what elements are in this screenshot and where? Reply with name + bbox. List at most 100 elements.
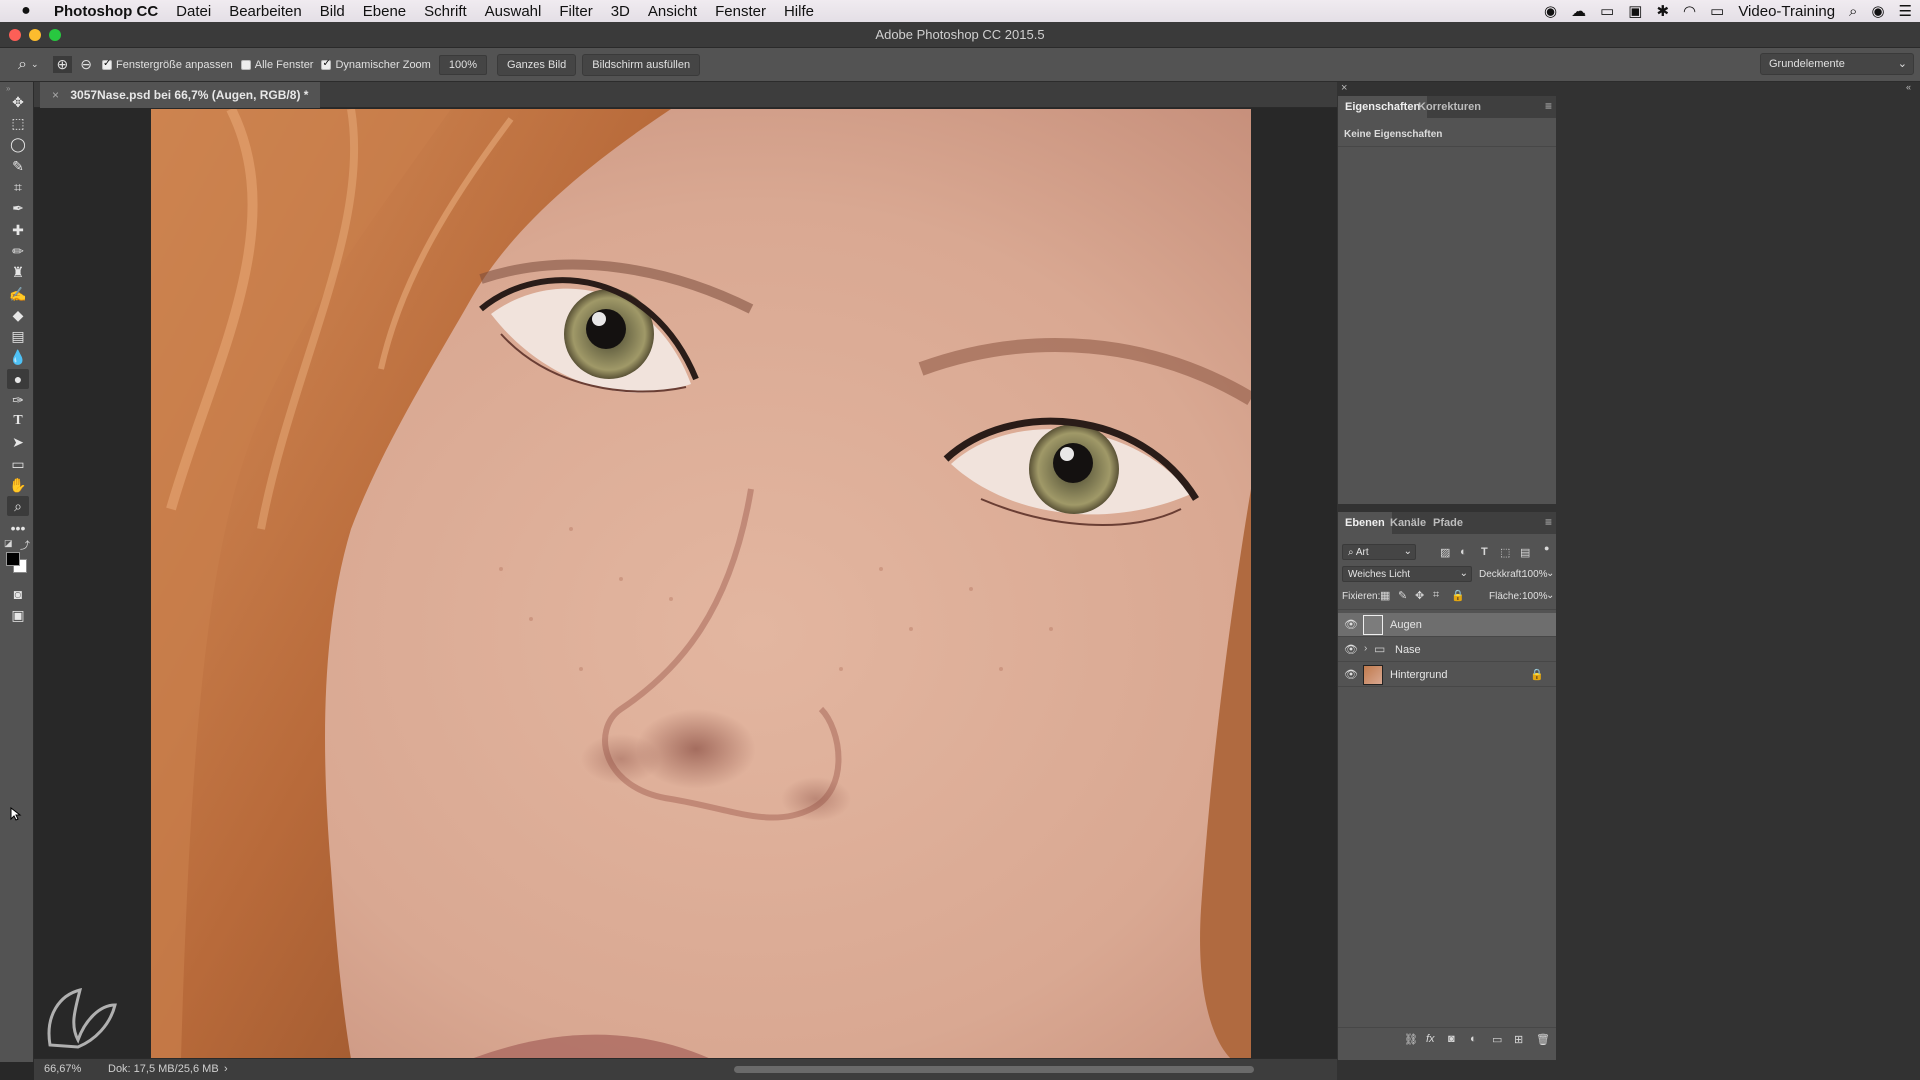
tab-korrekturen[interactable]: Korrekturen — [1411, 96, 1488, 118]
bluetooth-icon[interactable]: ✱ — [1656, 2, 1669, 20]
quick-selection-tool-icon[interactable]: ✎ — [7, 156, 29, 176]
close-panels-icon[interactable]: × — [1341, 82, 1347, 94]
layer-filter-select[interactable]: ⌕ Art ⌄ — [1342, 544, 1416, 560]
fit-window-option[interactable]: Fenstergröße anpassen — [101, 58, 233, 71]
filter-shape-icon[interactable]: ⬚ — [1500, 546, 1510, 559]
filter-smart-object-icon[interactable]: ▤ — [1520, 546, 1530, 559]
dynamic-zoom-checkbox[interactable] — [321, 58, 332, 70]
opacity-value[interactable]: 100% — [1522, 569, 1548, 587]
fill-value[interactable]: 100% — [1522, 591, 1548, 609]
all-windows-checkbox[interactable] — [240, 59, 251, 70]
zoom-in-icon[interactable]: ⊕ — [52, 56, 73, 73]
chevron-down-icon[interactable]: ⌄ — [1546, 568, 1554, 586]
visibility-eye-icon[interactable]: 👁 — [1344, 668, 1358, 681]
type-tool-icon[interactable]: T — [7, 411, 29, 431]
chevron-down-icon[interactable]: ⌄ — [31, 59, 39, 70]
zoom-tool-preset-icon[interactable]: ⌕ — [18, 56, 27, 74]
new-group-icon[interactable]: ▭ — [1492, 1033, 1502, 1046]
menu-hilfe[interactable]: Hilfe — [775, 3, 823, 20]
marquee-tool-icon[interactable]: ⬚ — [7, 113, 29, 133]
new-adjustment-layer-icon[interactable]: ◐ — [1470, 1033, 1477, 1045]
workspace-select[interactable]: Grundelemente ⌄ — [1760, 53, 1914, 75]
tab-pfade[interactable]: Pfade — [1426, 512, 1470, 534]
menu-app-name[interactable]: Photoshop CC — [52, 3, 167, 20]
blur-tool-icon[interactable]: 💧 — [7, 347, 29, 367]
collapse-panels-icon[interactable]: « — [1906, 82, 1911, 92]
lock-all-icon[interactable]: 🔒 — [1451, 589, 1465, 602]
eraser-tool-icon[interactable]: ◆ — [7, 305, 29, 325]
dynamic-zoom-option[interactable]: Dynamischer Zoom — [321, 58, 431, 71]
link-layers-icon[interactable]: ⛓ — [1404, 1033, 1418, 1046]
fit-window-checkbox[interactable] — [101, 58, 112, 70]
lock-transparent-icon[interactable]: ▦ — [1380, 589, 1390, 602]
all-windows-option[interactable]: Alle Fenster — [240, 59, 313, 71]
menu-bearbeiten[interactable]: Bearbeiten — [220, 3, 311, 20]
filter-toggle-icon[interactable]: ● — [1544, 543, 1549, 553]
apple-menu-icon[interactable]: ● — [0, 2, 52, 20]
foreground-color-swatch[interactable] — [6, 552, 20, 566]
lock-position-icon[interactable]: ✥ — [1415, 589, 1424, 602]
move-tool-icon[interactable]: ✥ — [7, 92, 29, 112]
layer-row-hintergrund[interactable]: 👁 Hintergrund 🔒 — [1338, 663, 1556, 687]
eyedropper-tool-icon[interactable]: ✒ — [7, 198, 29, 218]
notification-center-icon[interactable]: ☰ — [1899, 2, 1912, 20]
filter-adjustment-icon[interactable]: ◐ — [1460, 546, 1467, 558]
document-canvas[interactable] — [151, 109, 1251, 1059]
document-tab[interactable]: × 3057Nase.psd bei 66,7% (Augen, RGB/8) … — [40, 82, 321, 108]
blend-mode-select[interactable]: Weiches Licht ⌄ — [1342, 566, 1472, 582]
close-document-icon[interactable]: × — [52, 88, 59, 102]
layer-row-nase[interactable]: 👁 › ▭ Nase — [1338, 638, 1556, 662]
rectangle-tool-icon[interactable]: ▭ — [7, 454, 29, 474]
crop-tool-icon[interactable]: ⌗ — [7, 177, 29, 197]
fit-screen-button[interactable]: Ganzes Bild — [496, 53, 577, 76]
menu-3d[interactable]: 3D — [602, 3, 639, 20]
delete-layer-icon[interactable]: 🗑 — [1536, 1033, 1550, 1046]
zoom-100-button[interactable]: 100% — [438, 54, 487, 75]
healing-brush-tool-icon[interactable]: ✚ — [7, 220, 29, 240]
menu-auswahl[interactable]: Auswahl — [476, 3, 551, 20]
zoom-level[interactable]: 66,67% — [44, 1063, 81, 1075]
menu-ebene[interactable]: Ebene — [354, 3, 415, 20]
airplay-icon[interactable]: ▭ — [1710, 2, 1724, 20]
zoom-out-icon[interactable]: ⊖ — [80, 56, 92, 73]
wifi-icon[interactable]: ◠ — [1683, 2, 1696, 20]
siri-icon[interactable]: ◉ — [1871, 2, 1884, 20]
visibility-eye-icon[interactable]: 👁 — [1344, 643, 1358, 656]
lock-artboard-icon[interactable]: ⌗ — [1433, 589, 1439, 602]
creative-cloud-icon[interactable]: ☁ — [1571, 2, 1586, 20]
filter-type-icon[interactable]: T — [1481, 546, 1488, 558]
screen-mode-icon[interactable]: ▣ — [7, 605, 29, 625]
path-selection-tool-icon[interactable]: ➤ — [7, 432, 29, 452]
gradient-tool-icon[interactable]: ▤ — [7, 326, 29, 346]
history-brush-tool-icon[interactable]: ✍ — [7, 284, 29, 304]
app-status-icon[interactable]: ▣ — [1628, 2, 1642, 20]
swap-colors-icon[interactable]: ⤴ — [20, 537, 30, 552]
new-layer-icon[interactable]: ⊞ — [1514, 1033, 1523, 1046]
menu-schrift[interactable]: Schrift — [415, 3, 476, 20]
quick-mask-icon[interactable]: ◙ — [7, 584, 29, 604]
dodge-tool-icon[interactable]: ● — [7, 369, 29, 389]
status-menu-icon[interactable]: › — [224, 1063, 228, 1075]
layer-style-fx-icon[interactable]: fx — [1426, 1033, 1435, 1045]
chevron-down-icon[interactable]: ⌄ — [1546, 590, 1554, 608]
lasso-tool-icon[interactable]: ◯ — [7, 134, 29, 154]
brush-tool-icon[interactable]: ✏ — [7, 241, 29, 261]
more-tools-icon[interactable]: ••• — [7, 518, 29, 538]
fill-screen-button[interactable]: Bildschirm ausfüllen — [582, 53, 701, 76]
record-icon[interactable]: ◉ — [1544, 2, 1557, 20]
menu-bild[interactable]: Bild — [311, 3, 354, 20]
visibility-eye-icon[interactable]: 👁 — [1344, 618, 1358, 631]
default-colors-icon[interactable]: ◪ — [4, 538, 13, 549]
spotlight-search-icon[interactable]: ⌕ — [1849, 3, 1857, 20]
lock-pixels-icon[interactable]: ✎ — [1398, 589, 1407, 602]
filter-pixel-icon[interactable]: ▨ — [1440, 546, 1450, 559]
display-icon[interactable]: ▭ — [1600, 2, 1614, 20]
zoom-tool-icon[interactable]: ⌕ — [7, 496, 29, 516]
expand-group-icon[interactable]: › — [1364, 643, 1367, 654]
pen-tool-icon[interactable]: ✑ — [7, 390, 29, 410]
layer-row-augen[interactable]: 👁 Augen — [1338, 613, 1556, 637]
menu-fenster[interactable]: Fenster — [706, 3, 775, 20]
menu-filter[interactable]: Filter — [550, 3, 601, 20]
horizontal-scrollbar[interactable] — [734, 1066, 1254, 1073]
panel-menu-icon[interactable]: ≡ — [1545, 515, 1552, 529]
